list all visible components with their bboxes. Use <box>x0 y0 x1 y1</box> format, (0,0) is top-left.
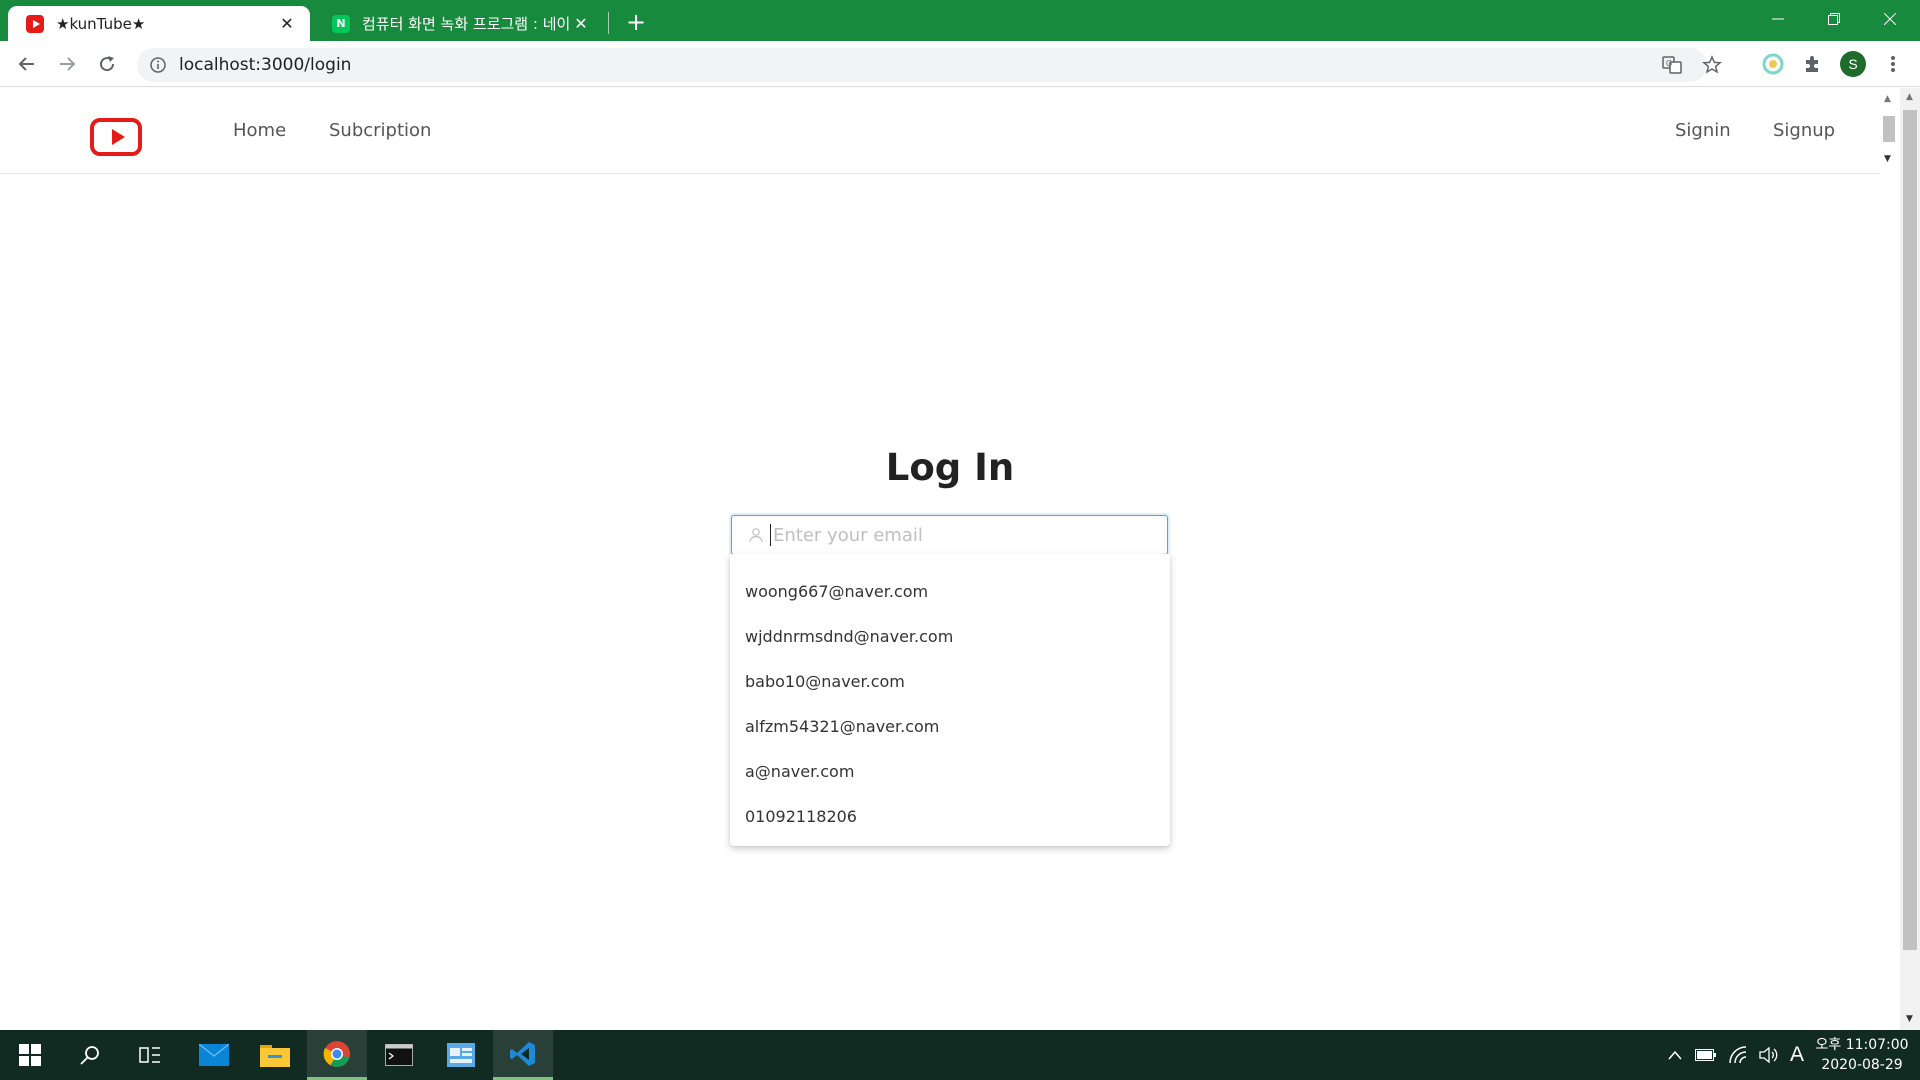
windows-start-icon[interactable] <box>0 1030 60 1080</box>
profile-avatar[interactable]: S <box>1838 49 1868 79</box>
email-autocomplete-dropdown: woong667@naver.com wjddnrmsdnd@naver.com… <box>730 554 1170 846</box>
scroll-up-arrow-icon[interactable]: ▲ <box>1906 92 1913 102</box>
autocomplete-option[interactable]: alfzm54321@naver.com <box>730 704 1170 749</box>
browser-menu-kebab-icon[interactable] <box>1878 49 1908 79</box>
youtube-favicon-icon <box>26 14 44 33</box>
tab-kuntube[interactable]: ★kunTube★ ✕ <box>8 6 310 41</box>
scroll-down-arrow-icon[interactable]: ▼ <box>1906 1014 1913 1024</box>
login-title: Log In <box>885 446 1015 489</box>
url-text: localhost:3000/login <box>179 55 352 75</box>
email-input-wrapper[interactable] <box>731 515 1168 555</box>
autocomplete-option[interactable]: 01092118206 <box>730 794 1170 839</box>
battery-icon[interactable] <box>1692 1030 1720 1080</box>
close-window-icon[interactable] <box>1862 0 1918 38</box>
volume-speaker-icon[interactable] <box>1754 1030 1782 1080</box>
minimize-window-icon[interactable] <box>1750 0 1806 38</box>
autocomplete-option[interactable]: wjddnrmsdnd@naver.com <box>730 614 1170 659</box>
vscode-app-icon[interactable] <box>493 1030 553 1080</box>
profile-initial: S <box>1840 51 1866 77</box>
reload-icon[interactable] <box>92 49 122 79</box>
show-hidden-icons-chevron-up-icon[interactable] <box>1662 1030 1688 1080</box>
tab-separator <box>608 12 609 34</box>
terminal-app-icon[interactable] <box>369 1030 429 1080</box>
browser-toolbar: localhost:3000/login G S <box>0 41 1920 87</box>
clock-date: 2020-08-29 <box>1821 1057 1903 1073</box>
site-header: Home Subcription Signin Signup ▲ ▼ <box>0 88 1895 174</box>
task-view-icon[interactable] <box>120 1030 180 1080</box>
back-arrow-icon[interactable] <box>12 49 42 79</box>
tab-naver[interactable]: N 컴퓨터 화면 녹화 프로그램 : 네이 ✕ <box>314 6 604 41</box>
site-info-icon[interactable] <box>149 56 167 74</box>
autocomplete-option[interactable]: woong667@naver.com <box>730 569 1170 614</box>
autocomplete-option[interactable]: a@naver.com <box>730 749 1170 794</box>
user-icon <box>749 528 763 543</box>
nav-subscription-link[interactable]: Subcription <box>329 120 431 141</box>
nav-signup-link[interactable]: Signup <box>1773 120 1835 141</box>
close-tab-icon[interactable]: ✕ <box>276 13 298 35</box>
naver-favicon-icon: N <box>332 14 350 33</box>
new-tab-plus-icon[interactable]: + <box>622 8 650 36</box>
restore-window-icon[interactable] <box>1806 0 1862 38</box>
email-input[interactable] <box>773 524 1153 546</box>
address-bar[interactable]: localhost:3000/login G <box>137 48 1722 82</box>
file-explorer-icon[interactable] <box>245 1030 305 1080</box>
chrome-app-icon[interactable] <box>307 1030 367 1080</box>
extension-icon[interactable] <box>1758 49 1788 79</box>
taskbar-clock[interactable]: 오후 11:07:00 2020-08-29 <box>1812 1035 1912 1075</box>
mail-app-icon[interactable] <box>184 1030 244 1080</box>
windows-taskbar: A 오후 11:07:00 2020-08-29 <box>0 1030 1920 1080</box>
control-panel-app-icon[interactable] <box>431 1030 491 1080</box>
network-wifi-icon[interactable] <box>1724 1030 1752 1080</box>
forward-arrow-icon[interactable] <box>52 49 82 79</box>
kuntube-logo-icon[interactable] <box>90 118 142 156</box>
scroll-up-arrow-icon[interactable]: ▲ <box>1884 94 1891 104</box>
header-scrollbar[interactable]: ▲ ▼ <box>1880 94 1898 170</box>
autocomplete-option[interactable]: babo10@naver.com <box>730 659 1170 704</box>
text-caret <box>770 524 771 546</box>
svg-text:G: G <box>1666 59 1672 68</box>
search-icon[interactable] <box>60 1030 120 1080</box>
input-method-indicator[interactable]: A <box>1784 1030 1810 1080</box>
page-viewport: Home Subcription Signin Signup ▲ ▼ Log I… <box>0 88 1920 1030</box>
bookmark-star-icon[interactable] <box>1697 48 1727 82</box>
tab-title: 컴퓨터 화면 녹화 프로그램 : 네이 <box>362 15 570 33</box>
scrollbar-thumb[interactable] <box>1903 110 1917 950</box>
tab-title: ★kunTube★ <box>56 14 146 33</box>
scrollbar-thumb[interactable] <box>1883 116 1895 142</box>
nav-signin-link[interactable]: Signin <box>1675 120 1731 141</box>
translate-icon[interactable]: G <box>1657 48 1687 82</box>
browser-tab-strip: ★kunTube★ ✕ N 컴퓨터 화면 녹화 프로그램 : 네이 ✕ + <box>0 0 1920 41</box>
close-tab-icon[interactable]: ✕ <box>570 13 592 35</box>
clock-time: 오후 11:07:00 <box>1815 1037 1909 1053</box>
page-scrollbar[interactable]: ▲ ▼ <box>1900 88 1920 1030</box>
scroll-down-arrow-icon[interactable]: ▼ <box>1884 154 1891 164</box>
nav-home-link[interactable]: Home <box>233 120 286 141</box>
extensions-puzzle-icon[interactable] <box>1798 49 1828 79</box>
